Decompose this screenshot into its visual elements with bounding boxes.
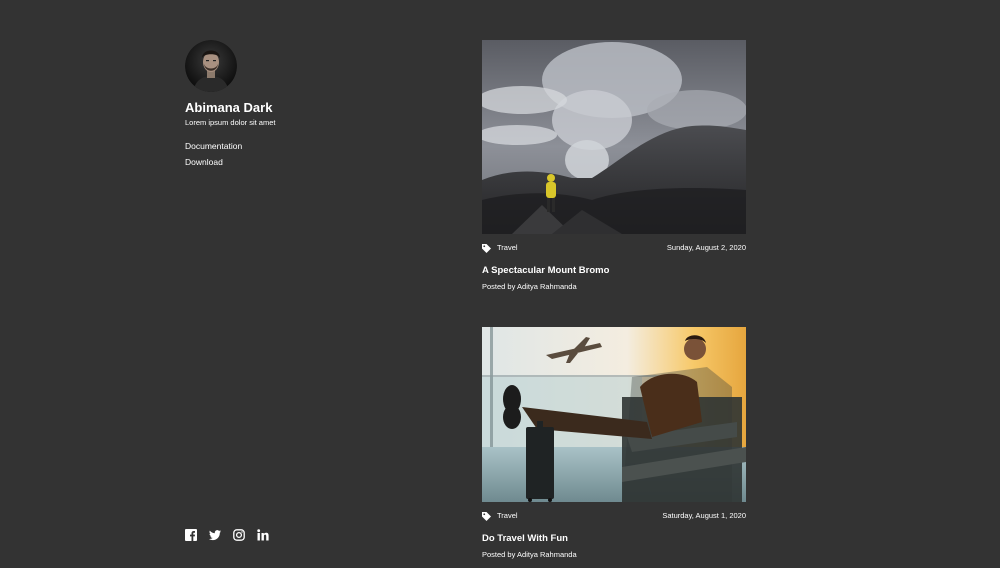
tag-icon [482,243,491,253]
post-title[interactable]: A Spectacular Mount Bromo [482,265,746,277]
instagram-icon[interactable] [233,529,245,541]
page: Abimana Dark Lorem ipsum dolor sit amet … [0,0,1000,568]
post-card: Travel Sunday, August 2, 2020 A Spectacu… [482,40,746,292]
post-tag[interactable]: Travel [482,511,518,521]
facebook-icon[interactable] [185,529,197,541]
sidebar: Abimana Dark Lorem ipsum dolor sit amet … [185,40,385,173]
post-tag-label: Travel [497,243,518,252]
post-meta: Travel Sunday, August 2, 2020 [482,243,746,253]
post-tag[interactable]: Travel [482,243,518,253]
post-date: Sunday, August 2, 2020 [666,243,746,252]
post-meta: Travel Saturday, August 1, 2020 [482,511,746,521]
site-title: Abimana Dark [185,100,273,115]
post-tag-label: Travel [497,511,518,520]
nav-documentation-link[interactable]: Documentation [185,141,385,151]
sidebar-nav: Documentation Download [185,141,385,167]
site-tagline: Lorem ipsum dolor sit amet [185,118,276,127]
post-card: Travel Saturday, August 1, 2020 Do Trave… [482,327,746,560]
avatar[interactable] [185,40,237,92]
social-links [185,529,269,541]
post-title[interactable]: Do Travel With Fun [482,533,746,545]
post-author: Posted by Aditya Rahmanda [482,550,577,559]
tag-icon [482,511,491,521]
post-image-travel-with-fun[interactable] [482,327,746,502]
nav-download-link[interactable]: Download [185,157,385,167]
twitter-icon[interactable] [209,529,221,541]
post-date: Saturday, August 1, 2020 [662,511,746,520]
post-author: Posted by Aditya Rahmanda [482,282,577,291]
post-image-mount-bromo[interactable] [482,40,746,234]
linkedin-icon[interactable] [257,529,269,541]
